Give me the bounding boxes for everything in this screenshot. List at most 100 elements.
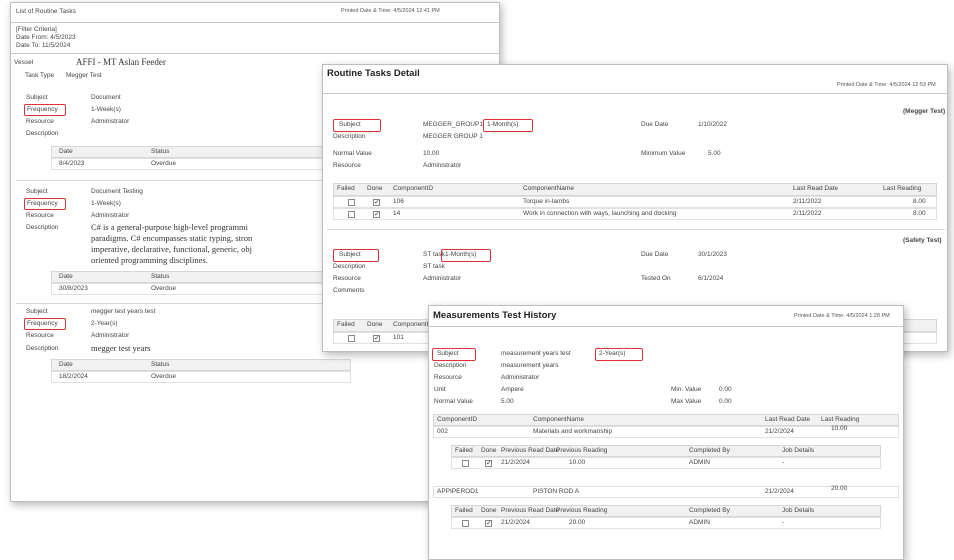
date-from: Date From: 4/5/2023 xyxy=(16,34,76,41)
column-header: Done xyxy=(481,507,497,514)
subject-frequency: 1-Month(s) xyxy=(487,121,519,128)
last-read-date: 21/2/2024 xyxy=(765,488,794,495)
comments-label: Comments xyxy=(333,287,365,294)
subject-label: Subject xyxy=(26,188,48,195)
header-rule xyxy=(323,93,947,94)
column-header: Job Details xyxy=(782,447,815,454)
previous-read-date: 21/2/2024 xyxy=(501,459,530,466)
section-tag: (Safety Test) xyxy=(903,237,942,244)
resource-label: Resource xyxy=(333,275,361,282)
due-date-value: 30/1/2023 xyxy=(698,251,727,258)
normal-value: 5.00 xyxy=(501,398,514,405)
task-resource: Administrator xyxy=(91,212,130,219)
done-checkbox xyxy=(373,198,380,206)
task-subject: Document Testing xyxy=(91,188,143,195)
column-header: Done xyxy=(481,447,497,454)
status-header: Status xyxy=(151,273,170,280)
printed-date: Printed Date & Time: 4/5/2024 1:28 PM xyxy=(794,313,890,319)
date-header: Date xyxy=(59,148,73,155)
table-row xyxy=(333,196,937,208)
column-header: Completed By xyxy=(689,507,730,514)
unit-label: Unit xyxy=(434,386,446,393)
task-subject: megger test years test xyxy=(91,308,156,315)
description-label: Description xyxy=(26,224,59,231)
last-read-date: 2/11/2022 xyxy=(793,198,822,205)
table-row xyxy=(433,426,899,438)
done-checkbox xyxy=(485,519,492,527)
description-label: Description xyxy=(434,362,467,369)
task-description-line: C# is a general-purpose high-level progr… xyxy=(91,222,248,232)
done-checkbox xyxy=(373,210,380,218)
column-header: Previous Read Date xyxy=(501,507,560,514)
column-header: Failed xyxy=(455,507,473,514)
measurements-test-history-report: Measurements Test History Printed Date &… xyxy=(428,305,904,560)
task-description-line: paradigms. C# encompasses static typing,… xyxy=(91,233,253,243)
completed-by: ADMIN xyxy=(689,519,710,526)
task-description-line: imperative, declarative, functional, gen… xyxy=(91,244,252,254)
done-checkbox xyxy=(485,459,492,467)
max-value-label: Max Value xyxy=(671,398,702,405)
subject-label: Subject xyxy=(26,308,48,315)
normal-value: 10.00 xyxy=(423,150,440,157)
previous-reading: 10.00 xyxy=(569,459,586,466)
date-header: Date xyxy=(59,361,73,368)
component-id: 106 xyxy=(393,198,404,205)
description-value: ST task xyxy=(423,263,445,270)
due-date-value: 1/10/2022 xyxy=(698,121,727,128)
resource-value: Administrator xyxy=(423,275,462,282)
column-header: Failed xyxy=(337,185,355,192)
task-grid-header xyxy=(51,359,351,371)
task-status: Overdue xyxy=(151,373,176,380)
task-type-value: Megger Test xyxy=(66,72,102,79)
component-id: 002 xyxy=(437,428,448,435)
last-reading: 20.00 xyxy=(831,485,848,492)
resource-label: Resource xyxy=(434,374,462,381)
component-id: APPIPEROD1 xyxy=(437,488,479,495)
last-reading: 8.00 xyxy=(913,210,926,217)
component-id: 101 xyxy=(393,334,404,341)
component-name: PISTON ROD A xyxy=(533,488,580,495)
resource-label: Resource xyxy=(333,162,361,169)
description-value: MEGGER GROUP 1 xyxy=(423,133,483,140)
printed-date: Printed Date & Time: 4/5/2024 12:41 PM xyxy=(341,8,440,14)
vessel-value: AFFI - MT Aslan Feeder xyxy=(76,57,166,67)
task-frequency: 1-Week(s) xyxy=(91,200,121,207)
component-name: Materials and workmanship xyxy=(533,428,613,435)
description-label: Description xyxy=(333,133,366,140)
failed-checkbox xyxy=(348,335,355,342)
subject-value: MEGGER_GROUP1 xyxy=(423,121,483,128)
column-header: Previous Reading xyxy=(556,447,608,454)
resource-value: Administrator xyxy=(423,162,462,169)
date-header: Date xyxy=(59,273,73,280)
report-title: Routine Tasks Detail xyxy=(327,68,420,79)
resource-value: Administrator xyxy=(501,374,540,381)
column-header: Failed xyxy=(455,447,473,454)
job-details: - xyxy=(782,519,785,526)
last-reading: 8.00 xyxy=(913,198,926,205)
subject-label: Subject xyxy=(339,251,361,258)
failed-checkbox xyxy=(348,211,355,218)
task-description: megger test years xyxy=(91,343,151,353)
completed-by: ADMIN xyxy=(689,459,710,466)
last-reading: 10.00 xyxy=(831,425,848,432)
filter-rule xyxy=(11,53,499,54)
subject-label: Subject xyxy=(339,121,361,128)
max-value: 0.00 xyxy=(719,398,732,405)
normal-value-label: Normal Value xyxy=(333,150,372,157)
task-frequency: 2-Year(s) xyxy=(91,320,118,327)
column-header: Failed xyxy=(337,321,355,328)
task-description-line: oriented programming disciplines. xyxy=(91,255,208,265)
table-row xyxy=(51,158,351,170)
failed-checkbox xyxy=(348,199,355,206)
column-header: Last Reading xyxy=(883,185,922,192)
section-tag: (Megger Test) xyxy=(903,108,946,115)
component-id: 14 xyxy=(393,210,401,217)
task-type-label: Task Type xyxy=(25,72,55,79)
description-label: Description xyxy=(26,130,59,137)
failed-checkbox xyxy=(462,460,469,467)
table-row xyxy=(51,371,351,383)
previous-read-date: 21/2/2024 xyxy=(501,519,530,526)
header-rule xyxy=(429,326,903,327)
task-frequency: 1-Week(s) xyxy=(91,106,121,113)
report-title: Measurements Test History xyxy=(433,310,557,321)
